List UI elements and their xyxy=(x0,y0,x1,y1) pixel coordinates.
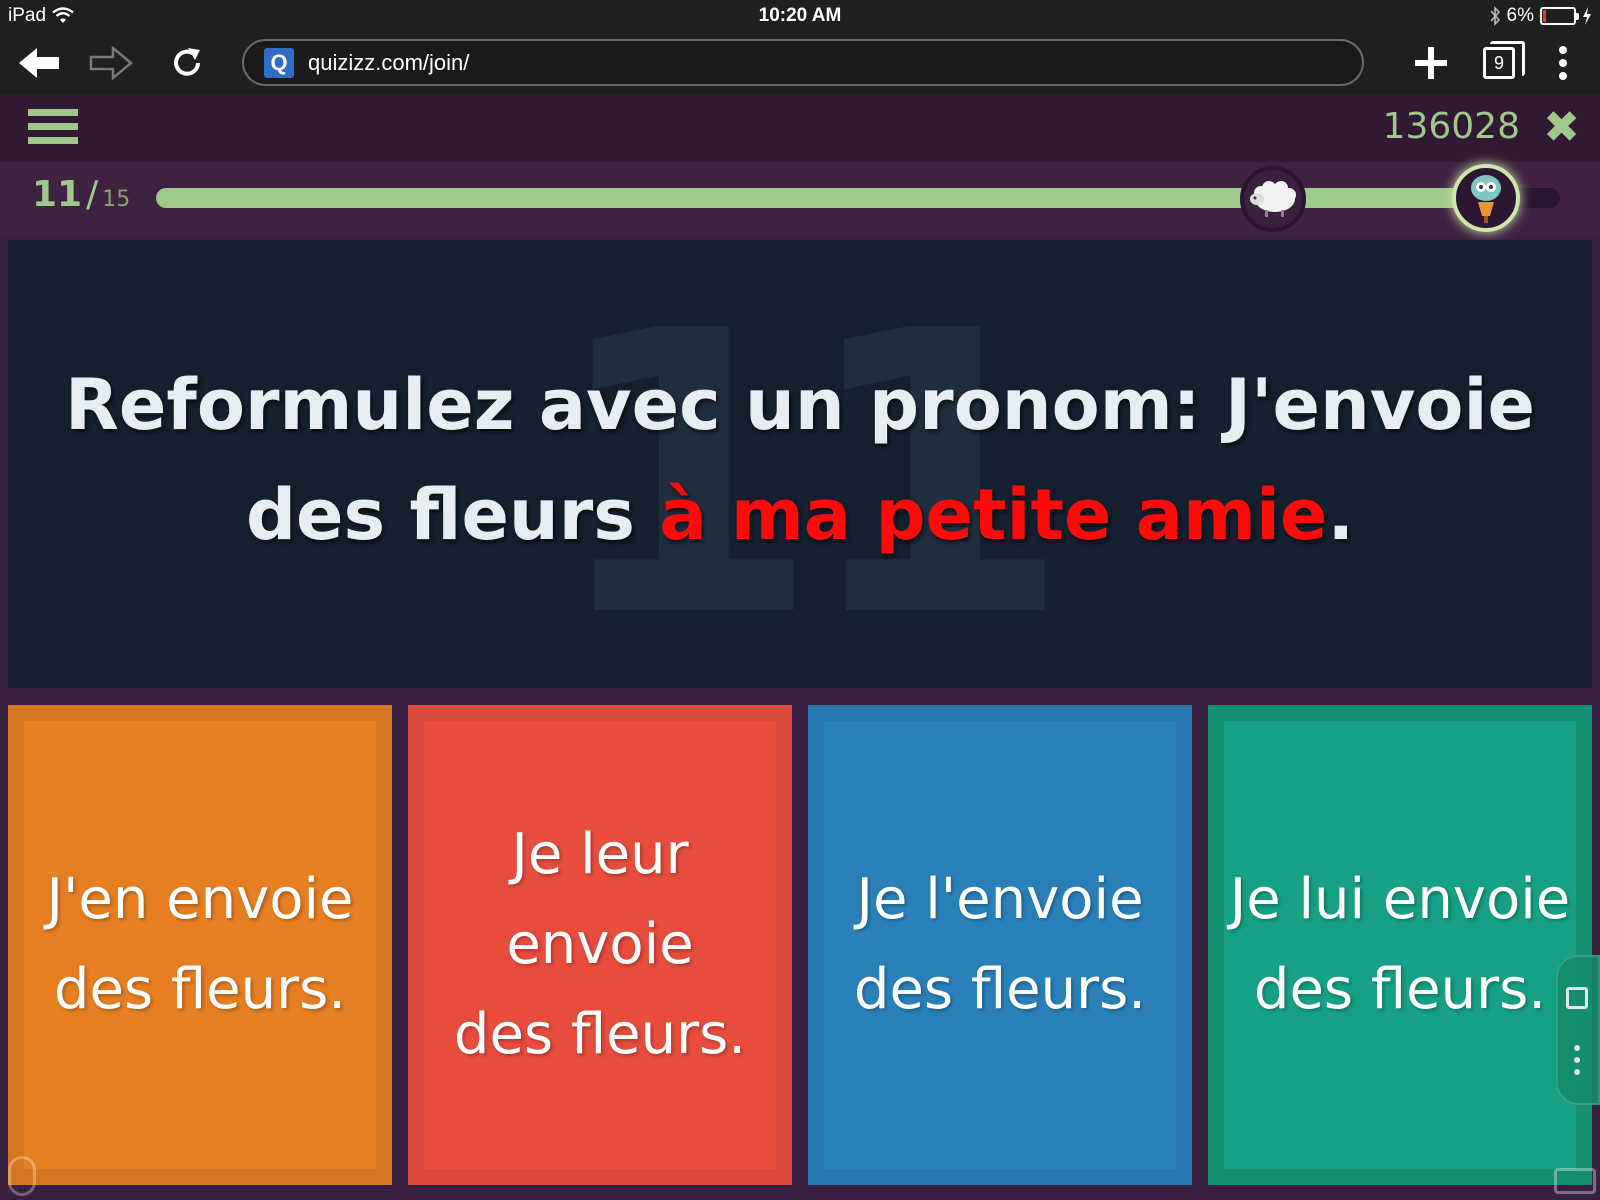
reload-button[interactable] xyxy=(162,38,212,88)
back-button[interactable] xyxy=(14,38,64,88)
counter-separator: / xyxy=(86,174,99,215)
battery-icon xyxy=(1540,7,1579,25)
bluetooth-icon xyxy=(1489,6,1500,26)
reload-icon xyxy=(174,48,200,76)
status-right: 6% xyxy=(1489,5,1592,27)
player-character-icon xyxy=(1471,175,1501,223)
answer-option-label: Je l'envoie des fleurs. xyxy=(848,855,1152,1035)
hamburger-menu-icon[interactable] xyxy=(28,109,78,149)
question-text: Reformulez avec un pronom: J'envoie des … xyxy=(48,350,1552,570)
sheep-icon xyxy=(1250,181,1296,217)
answer-option-2[interactable]: Je leur envoie des fleurs. xyxy=(408,705,792,1185)
status-time: 10:20 AM xyxy=(758,5,842,26)
window-icon xyxy=(1566,987,1588,1009)
answer-line-2: des fleurs. xyxy=(1253,957,1547,1022)
status-bar: iPad 10:20 AM 6% xyxy=(0,0,1600,32)
answer-line-1: Je l'envoie xyxy=(856,867,1144,932)
answer-option-label: J'en envoie des fleurs. xyxy=(40,855,359,1035)
battery-percent: 6% xyxy=(1506,5,1534,26)
menu-dots-icon xyxy=(1559,46,1567,80)
floating-side-tab[interactable] xyxy=(1556,955,1600,1105)
answer-line-1: Je leur envoie xyxy=(506,822,694,977)
mouse-icon xyxy=(8,1156,36,1196)
total-questions: 15 xyxy=(102,187,131,212)
answer-option-label: Je leur envoie des fleurs. xyxy=(408,810,792,1080)
overflow-menu-button[interactable] xyxy=(1538,38,1588,88)
answer-option-1[interactable]: J'en envoie des fleurs. xyxy=(8,705,392,1185)
current-question-number: 11 xyxy=(32,174,83,215)
answer-line-1: Je lui envoie xyxy=(1229,867,1571,932)
keyboard-icon[interactable] xyxy=(1554,1168,1596,1194)
more-dots-icon xyxy=(1574,1045,1580,1081)
answer-options: J'en envoie des fleurs. Je leur envoie d… xyxy=(8,705,1592,1185)
site-favicon: Q xyxy=(264,47,294,78)
opponent-avatar xyxy=(1240,166,1306,232)
new-tab-button[interactable] xyxy=(1406,38,1456,88)
forward-button[interactable] xyxy=(86,38,136,88)
answer-line-2: des fleurs. xyxy=(453,1002,747,1067)
url-text: quizizz.com/join/ xyxy=(308,49,470,75)
answer-option-4[interactable]: Je lui envoie des fleurs. xyxy=(1208,705,1592,1185)
address-bar[interactable]: Q quizizz.com/join/ xyxy=(242,39,1364,86)
answer-option-3[interactable]: Je l'envoie des fleurs. xyxy=(808,705,1192,1185)
answer-line-2: des fleurs. xyxy=(53,957,347,1022)
browser-toolbar: Q quizizz.com/join/ 9 xyxy=(0,32,1600,94)
charging-icon xyxy=(1583,7,1591,25)
back-arrow-icon xyxy=(19,48,59,78)
answer-line-2: des fleurs. xyxy=(853,957,1147,1022)
player-avatar xyxy=(1452,164,1520,232)
tabs-button[interactable]: 9 xyxy=(1474,38,1525,88)
quiz-header: 136028 ✖ xyxy=(0,94,1600,162)
question-text-end: . xyxy=(1327,474,1355,556)
question-counter: 11/15 xyxy=(32,174,130,215)
forward-arrow-icon xyxy=(89,46,133,80)
question-text-highlight: à ma petite amie xyxy=(659,474,1328,556)
answer-option-label: Je lui envoie des fleurs. xyxy=(1224,855,1577,1035)
new-tab-icon xyxy=(1415,47,1447,79)
progress-track xyxy=(156,188,1560,208)
question-panel: 11 Reformulez avec un pronom: J'envoie d… xyxy=(8,240,1592,688)
progress-row: 11/15 xyxy=(0,162,1600,238)
answer-line-1: J'en envoie xyxy=(46,867,354,932)
tabs-icon: 9 xyxy=(1483,41,1525,79)
game-code: 136028 xyxy=(1382,106,1520,147)
close-quiz-button[interactable]: ✖ xyxy=(1543,102,1580,153)
